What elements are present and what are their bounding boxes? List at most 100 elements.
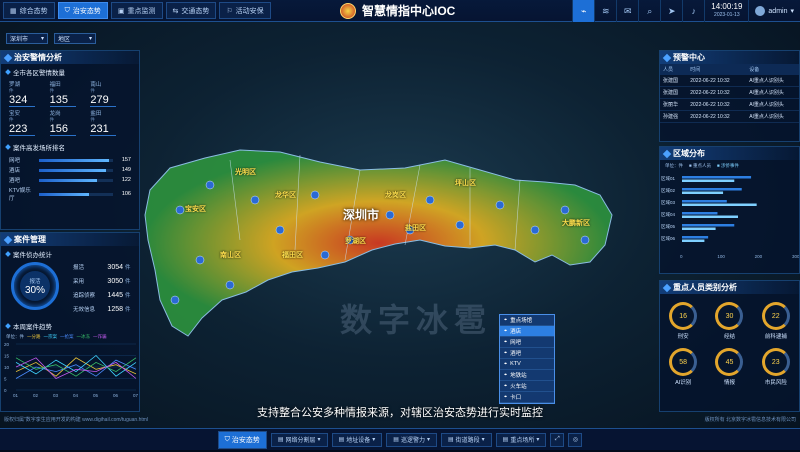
warn-table-body: 张建国 2022-06-22 10:32 AI重点人识别头 张建国 2022-06-22… (660, 75, 799, 123)
dist-row-label: 区域04 (661, 211, 676, 217)
poi-menu-label: 酒店 (510, 329, 522, 335)
left-panel-case: 案件管理 案件侦办统计 报活 30% 报活 3054 件采用 3050 件追踪侦察 1445… (0, 232, 140, 412)
pin-icon: ⌖ (504, 393, 508, 400)
dist-legend-a-label: 重点人员 (692, 163, 711, 168)
place-name: KTV娱乐厅 (9, 188, 31, 202)
bottom-item-0[interactable]: ⛉ 治安态势 (217, 430, 267, 449)
table-row[interactable]: 张丽华 2022-06-22 10:32 AI重点人识别头 (660, 98, 799, 111)
city-select[interactable]: 深圳市 ▾ (6, 33, 48, 44)
people-label: 市民风险 (764, 380, 787, 386)
bell-icon[interactable]: ♪ (682, 0, 704, 22)
layer-icon: ▤ (447, 437, 454, 443)
footer-left: 版权归属"数字孪生应用开发的构建 www.digihail.com/tuguan… (4, 417, 149, 423)
tab-label: 活动安保 (235, 7, 264, 15)
right-tools: ⌁ ≋ ✉ ⌕ ➤ ♪ 14:00:19 2023-01-13 admin ▾ (572, 0, 800, 22)
alarm-name: 龙岗 (49, 111, 61, 117)
panel-header: 区域分布 (660, 147, 799, 160)
bottom-item-4[interactable]: ▤ 街道路段 ▾ (440, 432, 492, 447)
table-cell: AI重点人识别头 (746, 98, 799, 111)
clock: 14:00:19 2023-01-13 (704, 0, 748, 22)
clock-date: 2023-01-13 (714, 12, 740, 18)
table-row[interactable]: 张建国 2022-06-22 10:32 AI重点人识别头 (660, 86, 799, 99)
table-row[interactable]: 张建国 2022-06-22 10:32 AI重点人识别头 (660, 75, 799, 87)
tab-1[interactable]: ⛉ 治安态势 (57, 2, 108, 19)
bottom-label: 地址设备 (346, 438, 371, 444)
place-fill (39, 168, 106, 172)
poi-menu-item[interactable]: ⌖ 地铁站 (500, 370, 554, 381)
table-cell: 张丽华 (660, 98, 688, 111)
chart-icon[interactable]: ⌁ (572, 0, 595, 22)
pin-icon: ⌖ (504, 382, 508, 389)
tab-2[interactable]: ▣ 重点监测 (110, 2, 163, 19)
map-label-pingshan: 坪山区 (455, 180, 476, 187)
alarm-cell: 福田件 135 (49, 80, 91, 107)
y-tick-label: 10 (4, 365, 10, 370)
map-label-longgang: 龙岗区 (385, 192, 406, 199)
section-title: 案件高发场所排名 (1, 139, 139, 155)
bottom-item-5[interactable]: ▤ 重点场所 ▾ (495, 432, 547, 447)
poi-menu-label: 酒吧 (510, 351, 522, 357)
layer-icon: ▤ (338, 437, 345, 443)
dist-legend: 单位：件 ■ 重点人员 ■ 涉侨事件 (660, 160, 799, 172)
place-name: 酒店 (9, 168, 21, 174)
alarm-name: 盐田 (90, 111, 102, 117)
poi-menu-item[interactable]: ⌖ 酒店 (500, 326, 554, 337)
place-row: 酒店 149 (1, 165, 139, 175)
poi-menu-item[interactable]: ⌖ 网吧 (500, 337, 554, 348)
case-stat-row: 追踪侦察 1445 件 (73, 290, 131, 300)
user-menu[interactable]: admin ▾ (748, 0, 800, 22)
dist-row-label: 区域05 (661, 223, 676, 229)
send-icon[interactable]: ➤ (660, 0, 682, 22)
alarm-cell: 宝安件 223 (9, 109, 50, 136)
x-tick-label: 01 (13, 393, 19, 398)
bottom-item-1[interactable]: ▤ 网络分割层 ▾ (270, 432, 328, 447)
dist-row-label: 区域03 (661, 199, 676, 205)
bottom-label: 重点场所 (510, 438, 535, 444)
poi-menu-item[interactable]: ⌖ 火车站 (500, 381, 554, 392)
tab-0[interactable]: ▦ 综合态势 (3, 2, 55, 19)
app-title-wrap: 智慧情指中心IOC (340, 2, 455, 19)
bottom-label: 网络分割层 (285, 438, 316, 444)
people-label: 情报 (723, 380, 735, 386)
case-stat-value: 1445 (107, 291, 123, 299)
alarm-name: 福田 (49, 82, 61, 88)
map-label-city: 深圳市 (343, 208, 380, 222)
table-row[interactable]: 孙建强 2022-06-22 10:32 AI重点人识别头 (660, 110, 799, 123)
tab-4[interactable]: ⚐ 活动安保 (219, 2, 271, 19)
mail-icon[interactable]: ✉ (616, 0, 638, 22)
warn-table: 人员 时间 设备 张建国 2022-06-22 10:32 AI重点人识别头 张建国 2022… (660, 64, 799, 123)
diamond-icon (662, 53, 672, 62)
alarm-cell: 罗湖件 324 (9, 80, 50, 107)
map-label-luohu: 罗湖区 (345, 238, 366, 245)
expand-icon[interactable]: ⤢ (550, 432, 565, 447)
district-select[interactable]: 地区 ▾ (54, 33, 96, 44)
poi-menu-item[interactable]: ⌖ 重点场馆 (500, 315, 554, 326)
poi-menu-item[interactable]: ⌖ KTV (500, 359, 554, 370)
bottom-item-3[interactable]: ▤ 巡逻警力 ▾ (386, 432, 437, 447)
poi-menu-label: 卡口 (510, 395, 522, 401)
case-stats: 报活 30% 报活 3054 件采用 3050 件追踪侦察 1445 件无效信息 1258 件 (1, 262, 139, 318)
people-donut: 22 (761, 302, 790, 330)
table-cell: AI重点人识别头 (746, 75, 799, 87)
watermark: 数字冰雹 (340, 302, 493, 338)
poi-menu-item[interactable]: ⌖ 卡口 (500, 392, 554, 403)
tab-3[interactable]: ⇆ 交通态势 (165, 2, 217, 19)
layers-icon[interactable]: ≋ (594, 0, 616, 22)
case-stat-row: 采用 3050 件 (73, 276, 131, 286)
people-item: 45 情报 (706, 348, 752, 386)
case-stat-list: 报活 3054 件采用 3050 件追踪侦察 1445 件无效信息 1258 件 (73, 262, 131, 318)
trend-chart: 20 15 10 5 0 01 02 03 04 05 06 07 (4, 342, 139, 398)
bottom-item-2[interactable]: ▤ 地址设备 ▾ (331, 432, 383, 447)
poi-menu-item[interactable]: ⌖ 酒吧 (500, 348, 554, 359)
tab-label: 治安态势 (72, 7, 101, 15)
search-icon[interactable]: ⌕ (638, 0, 660, 22)
panel-title: 治安警情分析 (14, 53, 62, 62)
table-cell: AI重点人识别头 (746, 110, 799, 123)
target-icon[interactable]: ◎ (568, 432, 583, 447)
right-panel-dist: 区域分布 单位：件 ■ 重点人员 ■ 涉侨事件 区域01 区域02 区域03 区域04… (659, 146, 800, 274)
pin-icon: ⌖ (504, 316, 508, 323)
poi-menu-label: 火车站 (510, 384, 527, 390)
right-panel-warn: 预警中心 人员 时间 设备 张建国 2022-06-22 10:32 AI重点人识别头 张建… (659, 50, 800, 142)
diamond-icon (662, 149, 672, 158)
place-value: 157 (121, 157, 131, 163)
